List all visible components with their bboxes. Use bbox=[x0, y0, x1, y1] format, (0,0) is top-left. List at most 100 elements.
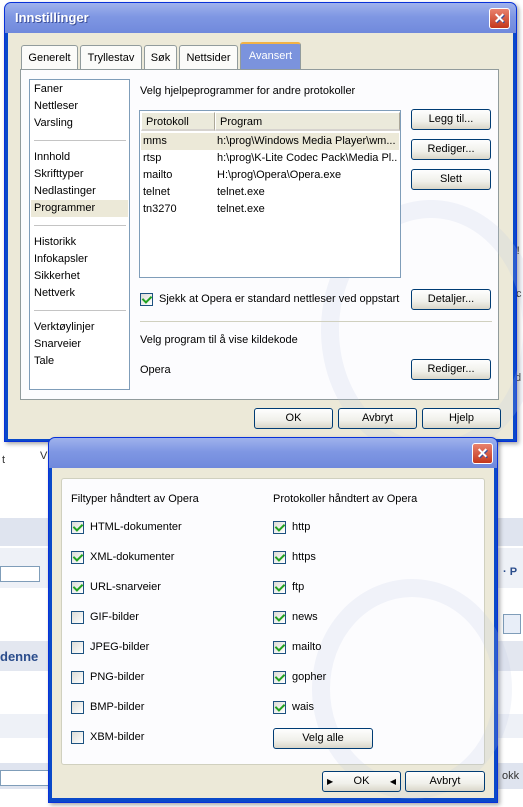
filetype-label: HTML-dokumenter bbox=[90, 521, 182, 533]
details-button[interactable]: Detaljer... bbox=[411, 289, 491, 310]
edit-source-viewer-button[interactable]: Rediger... bbox=[411, 359, 491, 380]
arrow-right-icon: ▶ bbox=[327, 777, 334, 786]
filetype-checkbox[interactable] bbox=[71, 701, 84, 714]
table-row[interactable]: rtsp h:\prog\K-Lite Codec Pack\Media Pl.… bbox=[141, 150, 399, 167]
protocol-checkbox[interactable] bbox=[273, 701, 286, 714]
settings-dialog: Innstillinger ✕ Generelt Tryllestav Søk … bbox=[4, 2, 523, 460]
sidebar-item-sikkerhet[interactable]: Sikkerhet bbox=[31, 268, 128, 285]
source-viewer-program: Opera bbox=[140, 364, 171, 376]
filetype-label: GIF-bilder bbox=[90, 611, 139, 623]
default-browser-checkbox[interactable] bbox=[140, 293, 153, 306]
tab-generelt[interactable]: Generelt bbox=[21, 45, 78, 69]
sidebar-item-verktoylinjer[interactable]: Verktøylinjer bbox=[31, 319, 128, 336]
sidebar-item-nettleser[interactable]: Nettleser bbox=[31, 98, 128, 115]
default-handlers-dialog: ✕ Filtyper håndtert av Opera Protokoller… bbox=[48, 437, 512, 803]
filetype-label: PNG-bilder bbox=[90, 671, 145, 683]
tab-nettsider[interactable]: Nettsider bbox=[179, 45, 238, 69]
add-protocol-button[interactable]: Legg til... bbox=[411, 109, 491, 130]
filetype-checkbox[interactable] bbox=[71, 671, 84, 684]
filetype-checkbox[interactable] bbox=[71, 521, 84, 534]
protocol-checkbox[interactable] bbox=[273, 611, 286, 624]
protocols-heading: Protokoller håndtert av Opera bbox=[273, 493, 418, 505]
table-row[interactable]: telnet telnet.exe bbox=[141, 184, 399, 201]
delete-protocol-button[interactable]: Slett bbox=[411, 169, 491, 190]
helper-programs-heading: Velg hjelpeprogrammer for andre protokol… bbox=[140, 85, 356, 97]
program-cell: h:\prog\K-Lite Codec Pack\Media Pl... bbox=[217, 152, 397, 164]
column-header-protocol[interactable]: Protokoll bbox=[141, 112, 215, 131]
protocol-checkbox[interactable] bbox=[273, 641, 286, 654]
filetype-checkbox[interactable] bbox=[71, 551, 84, 564]
bg-input bbox=[0, 770, 52, 786]
filetype-label: JPEG-bilder bbox=[90, 641, 150, 653]
protocol-label: wais bbox=[292, 701, 315, 713]
protocol-checkbox[interactable] bbox=[273, 671, 286, 684]
protocol-label: ftp bbox=[292, 581, 305, 593]
select-all-button[interactable]: Velg alle bbox=[273, 728, 373, 749]
protocol-cell: rtsp bbox=[143, 152, 162, 164]
protocol-checkbox[interactable] bbox=[273, 581, 286, 594]
bg-snippet: t bbox=[2, 454, 6, 466]
tab-sok[interactable]: Søk bbox=[144, 45, 177, 69]
sidebar-item-innhold[interactable]: Innhold bbox=[31, 149, 128, 166]
ok-button[interactable]: OK bbox=[254, 408, 333, 429]
sidebar-item-historikk[interactable]: Historikk bbox=[31, 234, 128, 251]
cancel-button[interactable]: Avbryt bbox=[338, 408, 417, 429]
default-handlers-title-bar[interactable]: ✕ bbox=[49, 438, 497, 468]
sidebar-item-nedlastinger[interactable]: Nedlastinger bbox=[31, 183, 128, 200]
tab-panel-avansert: Faner Nettleser Varsling Innhold Skriftt… bbox=[20, 69, 523, 460]
cancel-button[interactable]: Avbryt bbox=[405, 771, 485, 792]
close-icon[interactable]: ✕ bbox=[489, 8, 510, 29]
ok-button[interactable]: ▶ OK ◀ bbox=[322, 771, 401, 792]
filetype-checkbox[interactable] bbox=[71, 731, 84, 744]
opera-watermark bbox=[312, 579, 512, 799]
edit-protocol-button[interactable]: Rediger... bbox=[411, 139, 491, 160]
default-handlers-client: Filtyper håndtert av Opera Protokoller h… bbox=[52, 468, 512, 799]
protocol-cell: tn3270 bbox=[143, 203, 177, 215]
table-row[interactable]: mms h:\prog\Windows Media Player\wm... bbox=[141, 133, 399, 150]
close-icon[interactable]: ✕ bbox=[472, 443, 493, 464]
sidebar-separator bbox=[34, 225, 126, 226]
tab-avansert[interactable]: Avansert bbox=[240, 42, 301, 70]
column-header-program[interactable]: Program bbox=[215, 112, 400, 131]
sidebar-item-skrifttyper[interactable]: Skrifttyper bbox=[31, 166, 128, 183]
table-row[interactable]: mailto H:\prog\Opera\Opera.exe bbox=[141, 167, 399, 184]
protocol-checkbox[interactable] bbox=[273, 521, 286, 534]
sidebar-item-faner[interactable]: Faner bbox=[31, 81, 128, 98]
table-row[interactable]: tn3270 telnet.exe bbox=[141, 201, 399, 218]
bg-snippet: okk bbox=[502, 770, 520, 782]
filetype-label: XBM-bilder bbox=[90, 731, 145, 743]
protocol-list[interactable]: Protokoll Program mms h:\prog\Windows Me… bbox=[139, 110, 401, 278]
sidebar-separator bbox=[34, 310, 126, 311]
default-browser-label: Sjekk at Opera er standard nettleser ved… bbox=[159, 293, 400, 305]
filetype-label: BMP-bilder bbox=[90, 701, 145, 713]
bg-snippet: V bbox=[40, 450, 48, 462]
sidebar-item-snarveier[interactable]: Snarveier bbox=[31, 336, 128, 353]
sidebar-item-programmer[interactable]: Programmer bbox=[31, 200, 128, 217]
filetypes-heading: Filtyper håndtert av Opera bbox=[71, 493, 199, 505]
handlers-group: Filtyper håndtert av Opera Protokoller h… bbox=[61, 478, 512, 799]
arrow-left-icon: ◀ bbox=[389, 777, 396, 786]
category-list: Faner Nettleser Varsling Innhold Skriftt… bbox=[29, 79, 130, 390]
section-divider bbox=[140, 321, 492, 322]
filetype-checkbox[interactable] bbox=[71, 611, 84, 624]
tab-tryllestav[interactable]: Tryllestav bbox=[80, 45, 142, 69]
sidebar-item-varsling[interactable]: Varsling bbox=[31, 115, 128, 132]
program-cell: telnet.exe bbox=[217, 186, 265, 198]
filetype-checkbox[interactable] bbox=[71, 641, 84, 654]
bg-snippet: denne bbox=[0, 649, 39, 664]
sidebar-item-tale[interactable]: Tale bbox=[31, 353, 128, 370]
sidebar-item-nettverk[interactable]: Nettverk bbox=[31, 285, 128, 302]
filetype-label: XML-dokumenter bbox=[90, 551, 175, 563]
settings-client: Generelt Tryllestav Søk Nettsider Avanse… bbox=[8, 33, 523, 460]
help-button[interactable]: Hjelp bbox=[422, 408, 501, 429]
protocol-label: news bbox=[292, 611, 318, 623]
ok-label: OK bbox=[353, 775, 370, 787]
protocol-label: gopher bbox=[292, 671, 327, 683]
settings-title: Innstillinger bbox=[15, 10, 89, 25]
filetype-label: URL-snarveier bbox=[90, 581, 161, 593]
sidebar-item-infokapsler[interactable]: Infokapsler bbox=[31, 251, 128, 268]
settings-title-bar[interactable]: Innstillinger ✕ bbox=[5, 3, 516, 33]
filetype-checkbox[interactable] bbox=[71, 581, 84, 594]
protocol-checkbox[interactable] bbox=[273, 551, 286, 564]
protocol-cell: telnet bbox=[143, 186, 170, 198]
